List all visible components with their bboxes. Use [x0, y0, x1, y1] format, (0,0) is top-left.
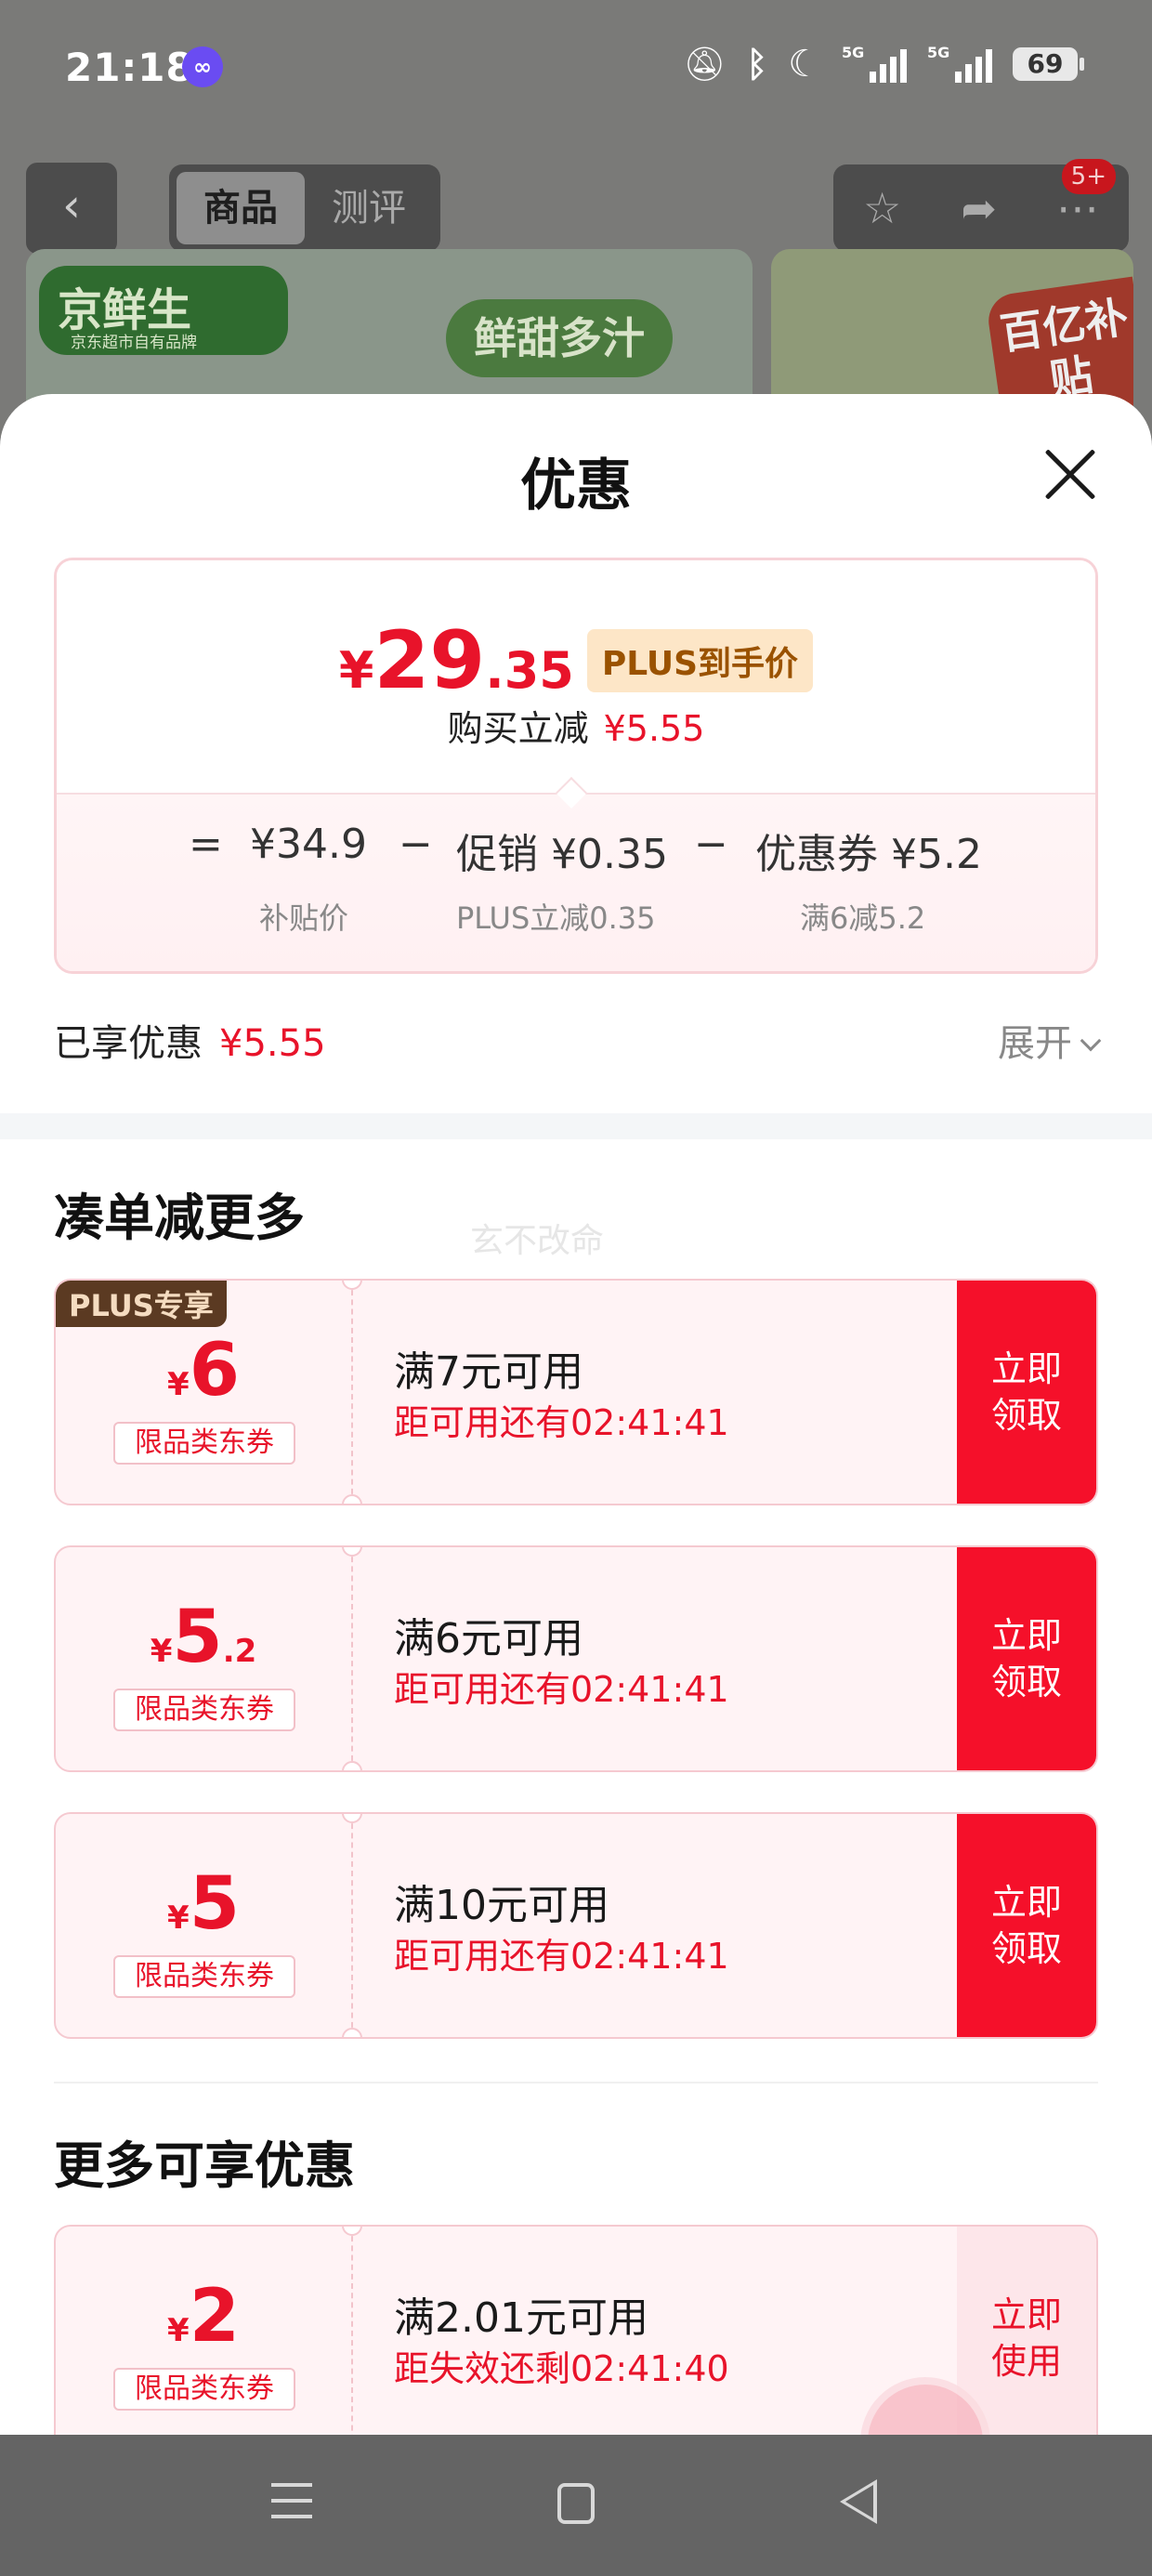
- coupon-amount: ¥5.2: [150, 1596, 257, 1679]
- coupon-timer: 距可用还有02:41:41: [394, 1402, 729, 1443]
- claim-button[interactable]: 立即领取: [957, 1281, 1096, 1504]
- subsidy-price-label: 补贴价: [259, 900, 349, 936]
- moon-icon: ☾: [788, 43, 821, 85]
- coupon-perforation: [351, 1281, 353, 1504]
- status-time: 21:18: [65, 45, 194, 90]
- section-divider: [0, 1113, 1152, 1139]
- claim-button[interactable]: 立即领取: [957, 1814, 1096, 2037]
- tab-review[interactable]: 测评: [305, 172, 433, 244]
- final-price-row: ¥29.35 PLUS到手价: [57, 614, 1095, 707]
- price-breakdown: = ¥34.9 补贴价 − 促销 ¥0.35 PLUS立减0.35 − 优惠券 …: [57, 793, 1095, 971]
- notification-badge: 5+: [1061, 159, 1116, 194]
- coupon-amount: ¥6: [167, 1329, 240, 1413]
- coupon-value-area: ¥2 限品类东券: [56, 2227, 351, 2435]
- status-icons: 🔕︎ ᛒ ☾ 5G 5G 69: [683, 43, 1084, 85]
- sheet-title: 优惠: [520, 453, 632, 519]
- coupon-perforation: [351, 1547, 353, 1770]
- coupon-card: ¥5.2 限品类东券 满6元可用 距可用还有02:41:41 立即领取: [54, 1545, 1098, 1772]
- coupon-discount-label: 满6减5.2: [800, 900, 926, 936]
- coupon-type: 限品类东券: [113, 1689, 295, 1731]
- expand-button[interactable]: 展开: [998, 1013, 1102, 1067]
- coupon-timer: 距可用还有02:41:41: [394, 1936, 729, 1977]
- battery-icon: 69: [1013, 47, 1084, 81]
- coupon-type: 限品类东券: [113, 1422, 295, 1465]
- coupon-condition: 满10元可用: [394, 1882, 609, 1929]
- coupon-condition: 满6元可用: [394, 1615, 583, 1663]
- minus-sign: −: [694, 821, 728, 868]
- product-page-background: 21:18 ∞ 🔕︎ ᛒ ☾ 5G 5G 69 ‹ 商品 测评 ☆ ➦ ⋯ 5+…: [0, 0, 1152, 437]
- header-actions: ☆ ➦ ⋯ 5+: [833, 159, 1129, 252]
- product-tabs: 商品 测评: [169, 164, 440, 252]
- product-nav-bar: ‹ 商品 测评 ☆ ➦ ⋯ 5+: [0, 159, 1152, 256]
- instant-discount: 购买立减 ¥5.55: [57, 700, 1095, 751]
- star-icon[interactable]: ☆: [863, 183, 901, 233]
- instant-discount-value: ¥5.55: [603, 708, 705, 749]
- system-nav-bar: [0, 2435, 1152, 2576]
- section-title-extra: 更多可享优惠: [54, 2136, 355, 2195]
- coupon-notch: [342, 1494, 362, 1504]
- close-icon[interactable]: [1042, 446, 1098, 502]
- brand-logo: 京鲜生 京东超市自有品牌: [39, 266, 288, 355]
- status-bar: 21:18 ∞ 🔕︎ ᛒ ☾ 5G 5G 69: [0, 0, 1152, 139]
- bluetooth-icon: ᛒ: [746, 44, 768, 85]
- instant-discount-label: 购买立减: [447, 708, 589, 749]
- promo-discount-label: PLUS立减0.35: [456, 900, 656, 936]
- coupon-timer: 距失效还剩02:41:40: [394, 2348, 729, 2389]
- plus-price-tag: PLUS到手价: [586, 629, 814, 692]
- app-link-icon: ∞: [182, 46, 223, 87]
- saved-value: ¥5.55: [219, 1022, 326, 1065]
- menu-icon[interactable]: [271, 2483, 312, 2524]
- watermark: 玄不改命: [470, 1222, 605, 1260]
- minus-sign: −: [399, 821, 433, 868]
- coupon-card: ¥5 限品类东券 满10元可用 距可用还有02:41:41 立即领取: [54, 1812, 1098, 2039]
- share-icon[interactable]: ➦: [961, 183, 997, 233]
- coupon-condition: 满7元可用: [394, 1348, 583, 1396]
- brand-sub: 京东超市自有品牌: [71, 334, 197, 352]
- signal-icon: 5G: [842, 44, 907, 83]
- equals-sign: =: [189, 821, 223, 868]
- coupon-discount: 优惠券 ¥5.2: [755, 831, 982, 878]
- back-nav-icon[interactable]: [840, 2479, 877, 2524]
- signal-icon: 5G: [927, 44, 992, 83]
- coupon-timer: 距可用还有02:41:41: [394, 1669, 729, 1710]
- section-title-more: 凑单减更多: [54, 1189, 305, 1247]
- coupon-value-area: ¥5 限品类东券: [56, 1814, 351, 2037]
- tab-product[interactable]: 商品: [177, 172, 305, 244]
- chevron-down-icon: [1080, 1030, 1102, 1052]
- price-box: ¥29.35 PLUS到手价 购买立减 ¥5.55 = ¥34.9 补贴价 − 促销…: [54, 558, 1098, 974]
- back-icon[interactable]: ‹: [26, 163, 117, 254]
- saved-row: 已享优惠 ¥5.55 展开: [54, 1013, 1102, 1069]
- plus-exclusive-tag: PLUS专享: [56, 1281, 227, 1327]
- coupon-card: ¥6 限品类东券 PLUS专享 满7元可用 距可用还有02:41:41 立即领取: [54, 1279, 1098, 1505]
- banner-slogan: 鲜甜多汁: [446, 299, 673, 377]
- coupon-notch: [342, 2028, 362, 2037]
- discount-sheet: 优惠 ¥29.35 PLUS到手价 购买立减 ¥5.55 = ¥34.9 补贴价 −…: [0, 394, 1152, 2435]
- coupon-condition: 满2.01元可用: [394, 2294, 648, 2342]
- saved-label: 已享优惠 ¥5.55: [54, 1022, 326, 1065]
- divider: [54, 2082, 1098, 2083]
- coupon-perforation: [351, 1814, 353, 2037]
- coupon-value-area: ¥5.2 限品类东券: [56, 1547, 351, 1770]
- claim-button[interactable]: 立即领取: [957, 1547, 1096, 1770]
- subsidy-price: ¥34.9: [250, 821, 367, 868]
- home-icon[interactable]: [557, 2483, 595, 2524]
- promo-discount: 促销 ¥0.35: [456, 831, 668, 878]
- coupon-amount: ¥2: [167, 2275, 240, 2359]
- coupon-amount: ¥5: [167, 1862, 240, 1946]
- coupon-type: 限品类东券: [113, 1955, 295, 1998]
- final-price-area: ¥29.35 PLUS到手价 购买立减 ¥5.55: [57, 560, 1095, 793]
- final-price: ¥29.35: [338, 614, 574, 707]
- coupon-perforation: [351, 2227, 353, 2435]
- coupon-notch: [342, 1761, 362, 1770]
- mute-icon: 🔕︎: [683, 46, 727, 84]
- coupon-type: 限品类东券: [113, 2368, 295, 2411]
